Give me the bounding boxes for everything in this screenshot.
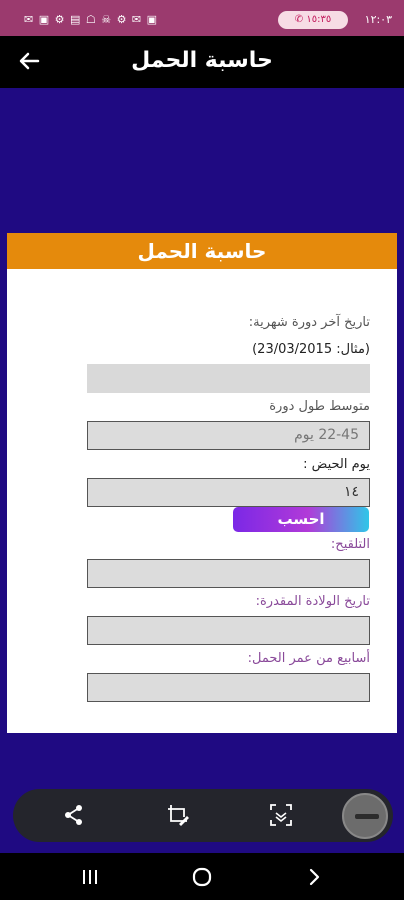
edit-crop-icon[interactable] (165, 802, 191, 828)
scan-icon[interactable] (268, 802, 294, 828)
due-date-output (87, 616, 370, 645)
fertilization-label: التلقيح: (330, 537, 370, 552)
calculate-button[interactable]: احسب (233, 507, 369, 532)
app-bar: حاسبة الحمل (0, 36, 404, 88)
period-day-input[interactable]: ١٤ (87, 478, 370, 507)
call-timer: ١٥:٣٥ (306, 14, 332, 25)
calculator-card: حاسبة الحمل تاريخ آخر دورة شهرية: (مثال:… (7, 233, 397, 733)
bubble-bar (355, 814, 379, 819)
example-label: (مثال: 23/03/2015) (252, 342, 370, 357)
period-day-label: يوم الحيض : (303, 457, 370, 472)
fertilization-output (87, 559, 370, 588)
card-title: حاسبة الحمل (7, 233, 397, 269)
notification-icons: ✉ ▣ ⚙ ▤ ☖ ☠ ⚙ ✉ ▣ (24, 13, 159, 26)
screenshot-toolbar (13, 789, 393, 842)
page-title: حاسبة الحمل (131, 48, 273, 73)
last-period-label: تاريخ آخر دورة شهرية: (248, 315, 370, 330)
back-chevron-icon[interactable] (302, 865, 326, 889)
recents-icon[interactable] (78, 865, 102, 889)
call-icon: ✆ (294, 14, 304, 25)
floating-bubble[interactable] (342, 793, 388, 839)
cycle-length-label: متوسط طول دورة (269, 399, 370, 414)
due-date-label: تاريخ الولادة المقدرة: (255, 594, 370, 609)
cycle-length-input[interactable]: 22-45 يوم (87, 421, 370, 450)
ongoing-call-chip[interactable]: ✆ ١٥:٣٥ (278, 11, 348, 29)
status-bar: ✉ ▣ ⚙ ▤ ☖ ☠ ⚙ ✉ ▣ ✆ ١٥:٣٥ ١٢:٠٣ (0, 0, 404, 36)
share-icon[interactable] (61, 802, 87, 828)
last-period-input[interactable] (87, 364, 370, 393)
weeks-label: أسابيع من عمر الحمل: (247, 651, 370, 666)
weeks-output (87, 673, 370, 702)
system-nav-bar (0, 853, 404, 900)
clock: ١٢:٠٣ (364, 13, 392, 26)
home-icon[interactable] (190, 865, 214, 889)
